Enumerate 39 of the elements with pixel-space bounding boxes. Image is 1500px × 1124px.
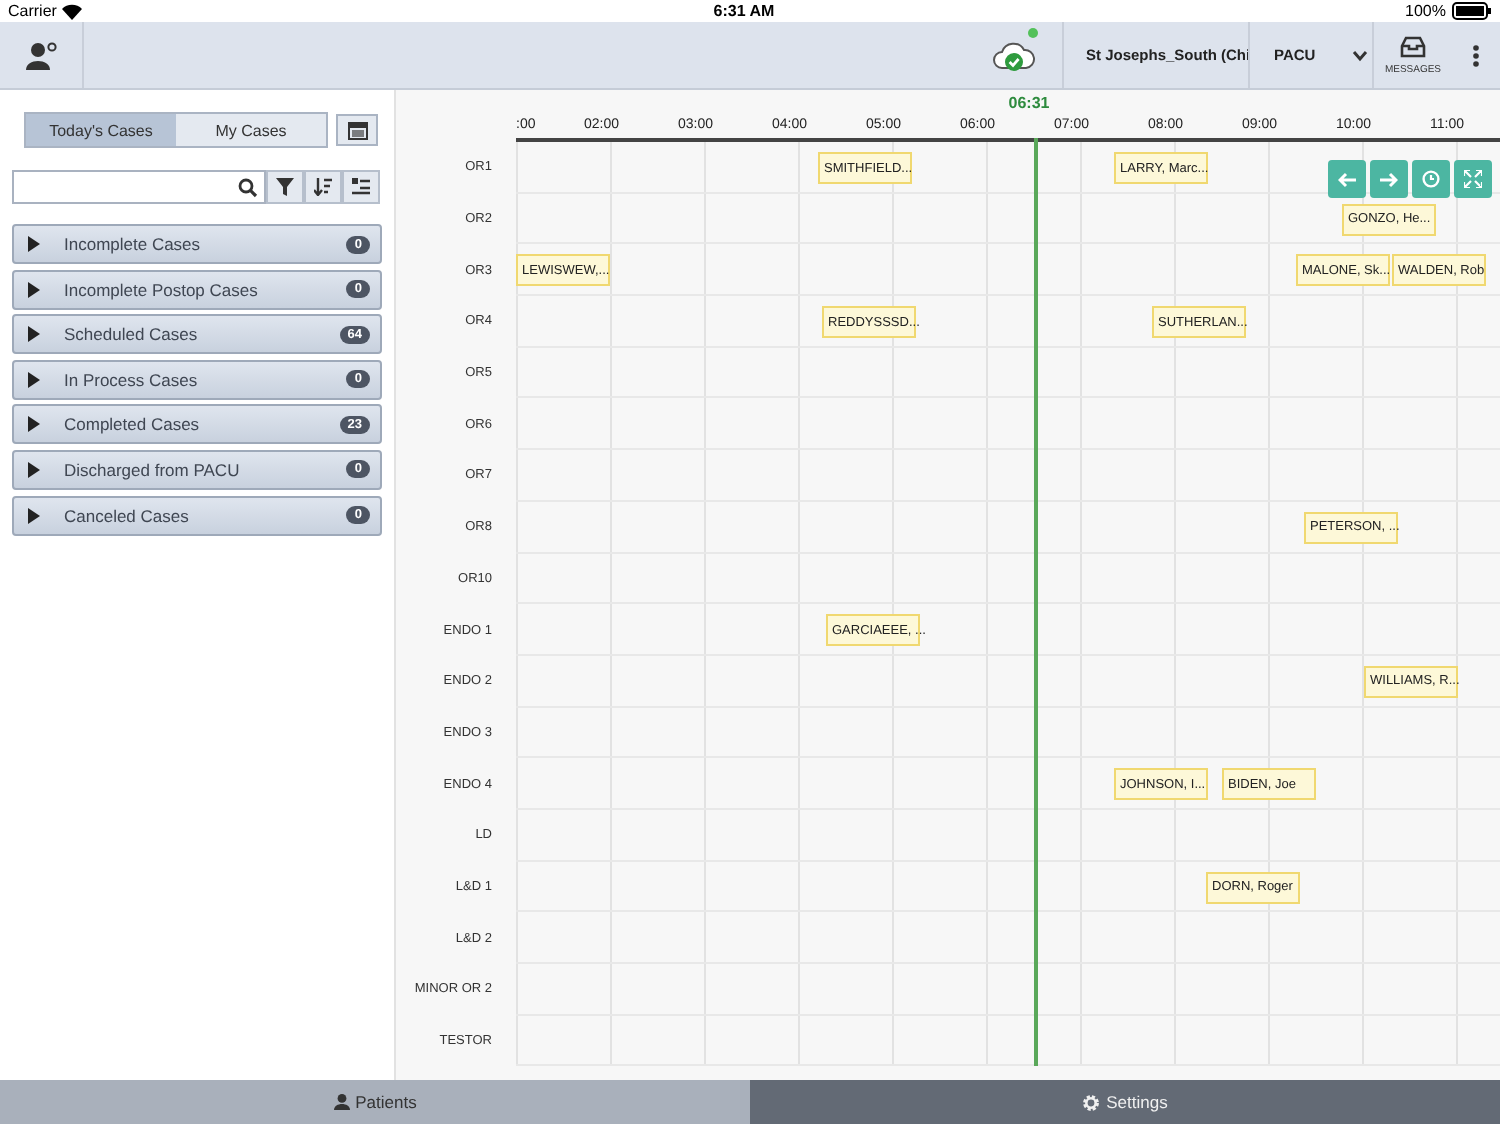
group-label: Discharged from PACU — [64, 459, 242, 480]
filter-button[interactable] — [266, 170, 304, 204]
chevron-down-icon — [1351, 49, 1368, 61]
battery-percent: 100% — [1405, 2, 1446, 20]
list-icon — [352, 178, 370, 196]
group-label: Canceled Cases — [64, 505, 191, 526]
person-icon — [333, 1094, 350, 1110]
clock-time: 6:31 AM — [711, 2, 777, 20]
group-label: Incomplete Postop Cases — [64, 279, 260, 300]
search-icon — [238, 177, 258, 197]
more-menu-icon[interactable] — [1472, 43, 1480, 67]
group-label: Incomplete Cases — [64, 234, 203, 254]
group-label: Scheduled Cases — [64, 324, 200, 345]
carrier-label: Carrier — [8, 2, 57, 20]
online-dot — [1028, 28, 1038, 38]
current-time-label: 06:31 — [1008, 94, 1050, 112]
calendar-icon — [347, 121, 367, 139]
calendar-button[interactable] — [336, 114, 378, 146]
sort-icon — [314, 178, 332, 196]
filter-icon — [276, 178, 294, 196]
list-view-button[interactable] — [342, 170, 380, 204]
case-tab[interactable]: Today's Cases — [26, 114, 176, 146]
wifi-icon — [62, 3, 83, 19]
group-label: In Process Cases — [64, 369, 200, 390]
bottom-tab[interactable]: Patients — [0, 1080, 750, 1124]
battery-icon — [1452, 2, 1492, 20]
search-field[interactable] — [12, 170, 266, 204]
person-icon — [25, 41, 57, 69]
cloud-sync-icon[interactable] — [992, 39, 1036, 71]
sort-button[interactable] — [304, 170, 342, 204]
arrow-left-icon — [1338, 171, 1356, 187]
expand-icon — [1464, 170, 1482, 188]
clock-icon — [1422, 170, 1440, 188]
group-label: Completed Cases — [64, 414, 202, 435]
case-tab[interactable]: My Cases — [176, 114, 326, 146]
gear-icon — [1082, 1093, 1101, 1111]
bottom-tab[interactable]: Settings — [750, 1080, 1500, 1124]
inbox-icon — [1400, 35, 1426, 57]
arrow-right-icon — [1380, 171, 1398, 187]
